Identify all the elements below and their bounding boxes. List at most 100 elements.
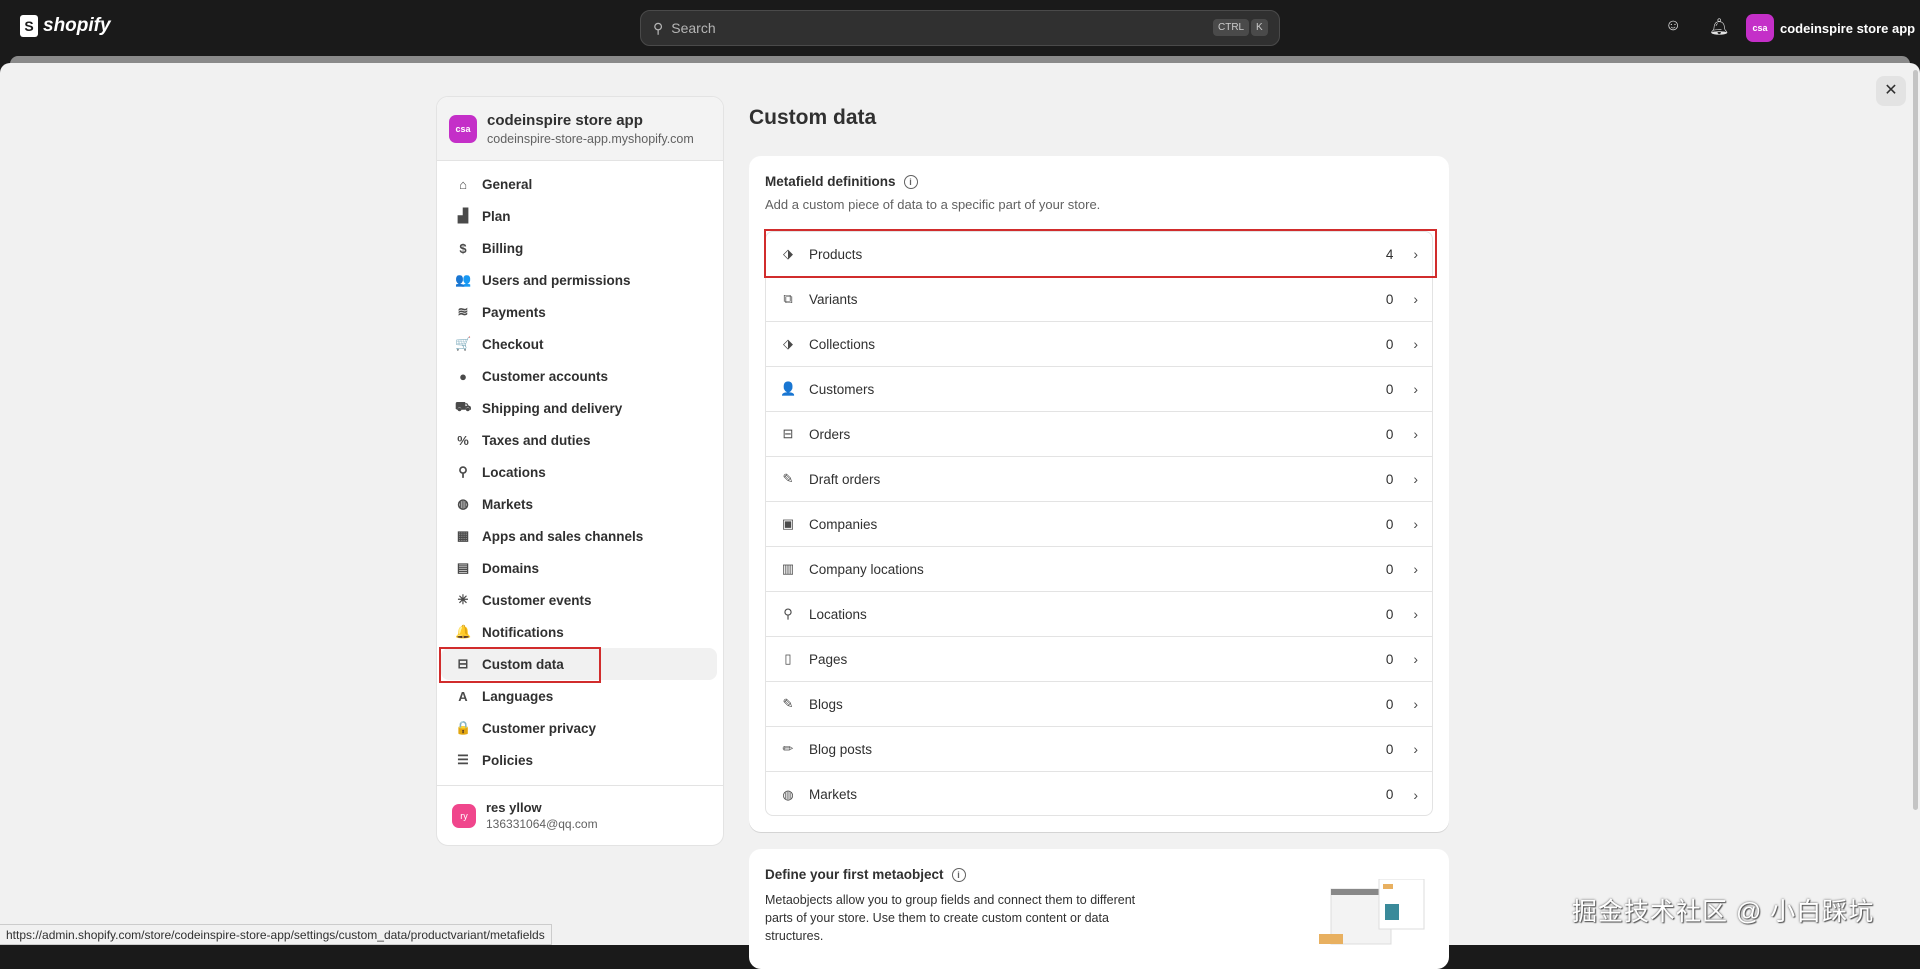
sidekick-icon[interactable]: ☺ xyxy=(1665,17,1681,35)
chevron-right-icon: › xyxy=(1413,381,1418,397)
sidebar-item-label: Locations xyxy=(482,464,546,480)
sidebar-item-payments[interactable]: ≋ Payments xyxy=(437,296,717,328)
sidebar-item-shipping-and-delivery[interactable]: ⛟ Shipping and delivery xyxy=(437,392,717,424)
row-count: 0 xyxy=(1385,651,1394,667)
chevron-right-icon: › xyxy=(1413,786,1418,803)
sidebar-item-plan[interactable]: ▟ Plan xyxy=(437,200,717,232)
sidebar-item-label: Domains xyxy=(482,560,540,576)
chevron-right-icon: › xyxy=(1413,561,1418,577)
row-label: Blog posts xyxy=(809,741,873,757)
metafield-row-company-locations[interactable]: ▥ Company locations 0 › xyxy=(766,547,1432,592)
sidebar-item-locations[interactable]: ⚲ Locations xyxy=(437,456,717,488)
sidebar-item-general[interactable]: ⌂ General xyxy=(437,168,717,200)
sidebar-item-label: Notifications xyxy=(482,624,564,640)
metafield-row-orders[interactable]: ⊟ Orders 0 › xyxy=(766,412,1432,457)
sidebar-item-billing[interactable]: $ Billing xyxy=(437,232,717,264)
chevron-right-icon: › xyxy=(1413,696,1418,712)
orders-icon: ⊟ xyxy=(782,426,794,441)
store-name: codeinspire store app xyxy=(1780,20,1916,36)
row-count: 0 xyxy=(1385,606,1394,622)
chevron-right-icon: › xyxy=(1413,741,1418,757)
card-subtitle: Add a custom piece of data to a specific… xyxy=(765,197,1101,212)
metafield-row-markets[interactable]: ◍ Markets 0 › xyxy=(766,772,1432,815)
row-count: 0 xyxy=(1385,787,1394,802)
metafield-row-companies[interactable]: ▣ Companies 0 › xyxy=(766,502,1432,547)
search-input[interactable]: ⚲ Search CTRL K xyxy=(640,10,1280,46)
shopify-logo[interactable]: Sshopify xyxy=(20,15,111,37)
sidebar-item-label: Policies xyxy=(482,752,534,768)
row-label: Locations xyxy=(809,606,867,622)
sidebar-item-checkout[interactable]: 🛒 Checkout xyxy=(437,328,717,360)
chevron-right-icon: › xyxy=(1413,471,1418,487)
sidebar-item-label: Customer privacy xyxy=(482,720,597,736)
row-label: Markets xyxy=(809,787,858,802)
search-placeholder: Search xyxy=(671,20,716,36)
companies-icon: ▣ xyxy=(781,516,795,531)
general-icon: ⌂ xyxy=(459,176,467,192)
chevron-right-icon: › xyxy=(1413,426,1418,442)
metafield-row-blog-posts[interactable]: ✏ Blog posts 0 › xyxy=(766,727,1432,772)
sidebar-item-languages[interactable]: A Languages xyxy=(437,680,717,712)
metaobject-illustration xyxy=(1319,879,1425,945)
metafield-row-customers[interactable]: 👤 Customers 0 › xyxy=(766,367,1432,412)
sidebar-item-apps-and-sales-channels[interactable]: ▦ Apps and sales channels xyxy=(437,520,717,552)
sidebar-item-policies[interactable]: ☰ Policies xyxy=(437,744,717,776)
sidebar-item-label: Checkout xyxy=(482,336,544,352)
sidebar-item-label: Customer events xyxy=(482,592,592,608)
customer-privacy-icon: 🔒 xyxy=(455,720,472,735)
sidebar-item-customer-events[interactable]: ✳ Customer events xyxy=(437,584,717,616)
metafield-row-collections[interactable]: ⬗ Collections 0 › xyxy=(766,322,1432,367)
sidebar-item-customer-privacy[interactable]: 🔒 Customer privacy xyxy=(437,712,717,744)
row-count: 0 xyxy=(1385,696,1394,712)
billing-icon: $ xyxy=(459,240,467,256)
store-header[interactable]: csa codeinspire store app codeinspire-st… xyxy=(437,97,723,161)
sidebar-item-users-and-permissions[interactable]: 👥 Users and permissions xyxy=(437,264,717,296)
watermark: 掘金技术社区 @ 小白踩坑 xyxy=(1572,898,1875,926)
scrollbar[interactable] xyxy=(1913,70,1918,810)
metafield-row-pages[interactable]: ▯ Pages 0 › xyxy=(766,637,1432,682)
sidebar-item-taxes-and-duties[interactable]: % Taxes and duties xyxy=(437,424,717,456)
sidebar-item-domains[interactable]: ▤ Domains xyxy=(437,552,717,584)
bell-icon[interactable]: 🔔︎ xyxy=(1709,17,1729,37)
metafield-row-variants[interactable]: ⧉ Variants 0 › xyxy=(766,277,1432,322)
row-label: Blogs xyxy=(809,696,843,712)
store-avatar: csa xyxy=(449,114,477,143)
sidebar-item-markets[interactable]: ◍ Markets xyxy=(437,488,717,520)
close-icon[interactable]: ✕ xyxy=(1876,76,1906,106)
notifications-icon: 🔔 xyxy=(455,624,472,639)
metafield-row-locations[interactable]: ⚲ Locations 0 › xyxy=(766,592,1432,637)
user-account[interactable]: ry res yllow 136331064@qq.com xyxy=(437,785,723,845)
sidebar-item-label: Payments xyxy=(482,304,546,320)
sidebar-item-label: Customer accounts xyxy=(482,368,609,384)
row-label: Collections xyxy=(809,336,876,352)
card-heading: Metafield definitions xyxy=(765,174,896,189)
store-menu-button[interactable]: csa codeinspire store app xyxy=(1746,14,1915,42)
metafield-row-blogs[interactable]: ✎ Blogs 0 › xyxy=(766,682,1432,727)
row-count: 0 xyxy=(1385,516,1394,532)
highlight-box-custom-data xyxy=(439,647,601,683)
plan-icon: ▟ xyxy=(458,208,468,223)
locations-icon: ⚲ xyxy=(458,464,468,479)
collections-icon: ⬗ xyxy=(783,336,793,351)
logo-text: shopify xyxy=(43,15,111,36)
store-name: codeinspire store app xyxy=(487,111,643,129)
settings-nav: ⌂ General ▟ Plan $ Billing 👥 Users and permissi… xyxy=(437,161,723,776)
customer-accounts-icon: ● xyxy=(459,368,467,384)
shortcut-k: K xyxy=(1251,19,1268,36)
checkout-icon: 🛒 xyxy=(455,336,472,351)
sidebar-item-customer-accounts[interactable]: ● Customer accounts xyxy=(437,360,717,392)
users-and-permissions-icon: 👥 xyxy=(455,272,472,287)
info-icon[interactable]: i xyxy=(903,174,918,189)
store-avatar: csa xyxy=(1746,14,1774,42)
info-icon[interactable]: i xyxy=(951,867,966,882)
row-count: 0 xyxy=(1385,561,1394,577)
row-count: 0 xyxy=(1385,291,1394,307)
highlight-box-products xyxy=(764,229,1437,278)
sidebar-item-notifications[interactable]: 🔔 Notifications xyxy=(437,616,717,648)
metafield-row-draft-orders[interactable]: ✎ Draft orders 0 › xyxy=(766,457,1432,502)
row-count: 0 xyxy=(1385,336,1394,352)
settings-sidebar: csa codeinspire store app codeinspire-st… xyxy=(436,96,724,846)
page-title: Custom data xyxy=(749,106,877,129)
company-locations-icon: ▥ xyxy=(781,561,795,576)
user-name: res yllow xyxy=(486,800,542,815)
